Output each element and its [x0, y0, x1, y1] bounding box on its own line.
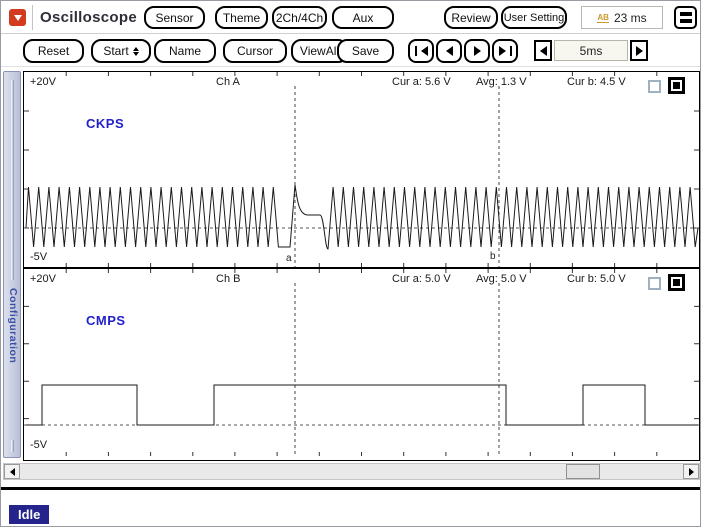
- scroll-left-icon: [10, 468, 15, 476]
- channel-a-top-scale: +20V: [30, 76, 56, 88]
- timebase-left-icon: [540, 46, 547, 56]
- toolbar-divider: [32, 5, 33, 30]
- timebase-field[interactable]: [554, 40, 628, 61]
- channel-a-checked-box[interactable]: [668, 77, 685, 94]
- channel-b-signal-label: CMPS: [86, 313, 126, 328]
- checked-fill-icon: [673, 82, 680, 89]
- scale-ticks: [24, 269, 699, 456]
- cursor-button[interactable]: Cursor: [223, 39, 287, 63]
- acquisition-time-value: 23 ms: [614, 11, 647, 25]
- timebase-decrease-button[interactable]: [534, 40, 552, 61]
- name-button[interactable]: Name: [154, 39, 216, 63]
- scope-display: +20V Ch A Cur a: 5.6 V Avg: 1.3 V Cur b:…: [23, 71, 700, 461]
- channel-a-title: Ch A: [216, 76, 240, 88]
- scrollbar-thumb[interactable]: [566, 464, 600, 479]
- oscilloscope-window: Oscilloscope Sensor Theme 2Ch/4Ch Aux Re…: [0, 0, 701, 527]
- scroll-left-button[interactable]: [4, 464, 20, 479]
- sensor-button[interactable]: Sensor: [144, 6, 205, 29]
- channel-b-avg-value: Avg: 5.0 V: [476, 273, 527, 285]
- user-setting-button[interactable]: User Setting: [501, 6, 567, 29]
- scroll-right-button[interactable]: [683, 464, 699, 479]
- configuration-tab-label: Configuration: [7, 288, 19, 363]
- skip-end-icon: [510, 46, 512, 56]
- configuration-tab[interactable]: Configuration: [3, 71, 21, 458]
- reset-button[interactable]: Reset: [23, 39, 84, 63]
- toolbar-second: Reset Start Name Cursor ViewAll Save: [1, 35, 700, 67]
- channel-a-cursor-a-value: Cur a: 5.6 V: [392, 76, 451, 88]
- channel-a-plot: [24, 72, 699, 267]
- save-button[interactable]: Save: [337, 39, 394, 63]
- app-title: Oscilloscope: [40, 9, 137, 26]
- skip-end-button[interactable]: [492, 39, 518, 63]
- toolbar-top: Oscilloscope Sensor Theme 2Ch/4Ch Aux Re…: [1, 1, 700, 34]
- start-spinner-icon: [133, 47, 139, 56]
- channel-a-cursor-b-value: Cur b: 4.5 V: [567, 76, 626, 88]
- tab-groove: [11, 440, 14, 452]
- status-badge: Idle: [9, 505, 49, 524]
- step-back-icon: [446, 46, 453, 56]
- channel-b-unchecked-box[interactable]: [648, 277, 661, 290]
- step-back-button[interactable]: [436, 39, 462, 63]
- horizontal-scrollbar[interactable]: [3, 463, 700, 480]
- left-triangle-icon: [421, 46, 428, 56]
- aux-button[interactable]: Aux: [332, 6, 394, 29]
- status-divider: [1, 487, 701, 490]
- acquisition-time-display: AB 23 ms: [581, 6, 663, 29]
- timebase-right-icon: [636, 46, 643, 56]
- channel-b-top-scale: +20V: [30, 273, 56, 285]
- app-menu-icon[interactable]: [9, 9, 26, 26]
- channel-b-plot: [24, 269, 699, 456]
- cursor-a-mark[interactable]: a: [286, 253, 292, 264]
- channel-mode-button[interactable]: 2Ch/4Ch: [272, 6, 327, 29]
- theme-button[interactable]: Theme: [215, 6, 268, 29]
- waveform-ch-a: [26, 185, 698, 249]
- menu-bar-icon: [680, 12, 692, 16]
- timebase-increase-button[interactable]: [630, 40, 648, 61]
- menu-bar-icon: [680, 19, 692, 23]
- channel-b-title: Ch B: [216, 273, 240, 285]
- ab-time-icon: AB: [597, 13, 609, 23]
- review-button[interactable]: Review: [444, 6, 498, 29]
- channel-a-unchecked-box[interactable]: [648, 80, 661, 93]
- tab-groove: [11, 80, 14, 280]
- skip-start-icon: [415, 46, 417, 56]
- channel-b-panel: +20V Ch B Cur a: 5.0 V Avg: 5.0 V Cur b:…: [24, 269, 699, 456]
- channel-b-bottom-scale: -5V: [30, 439, 47, 451]
- scale-ticks: [24, 72, 699, 267]
- step-forward-button[interactable]: [464, 39, 490, 63]
- channel-a-bottom-scale: -5V: [30, 251, 47, 263]
- channel-b-checked-box[interactable]: [668, 274, 685, 291]
- checked-fill-icon: [673, 279, 680, 286]
- cursor-b-mark[interactable]: b: [490, 251, 496, 262]
- channel-b-cursor-b-value: Cur b: 5.0 V: [567, 273, 626, 285]
- start-button[interactable]: Start: [91, 39, 151, 63]
- skip-start-button[interactable]: [408, 39, 434, 63]
- down-arrow-icon: [14, 15, 22, 21]
- channel-a-avg-value: Avg: 1.3 V: [476, 76, 527, 88]
- channel-a-panel: +20V Ch A Cur a: 5.6 V Avg: 1.3 V Cur b:…: [24, 72, 699, 269]
- channel-b-cursor-a-value: Cur a: 5.0 V: [392, 273, 451, 285]
- scroll-right-icon: [689, 468, 694, 476]
- waveform-ch-b: [26, 385, 698, 425]
- step-forward-icon: [474, 46, 481, 56]
- channel-a-signal-label: CKPS: [86, 116, 124, 131]
- menu-icon[interactable]: [674, 6, 697, 29]
- start-button-label: Start: [103, 44, 128, 58]
- right-triangle-icon: [499, 46, 506, 56]
